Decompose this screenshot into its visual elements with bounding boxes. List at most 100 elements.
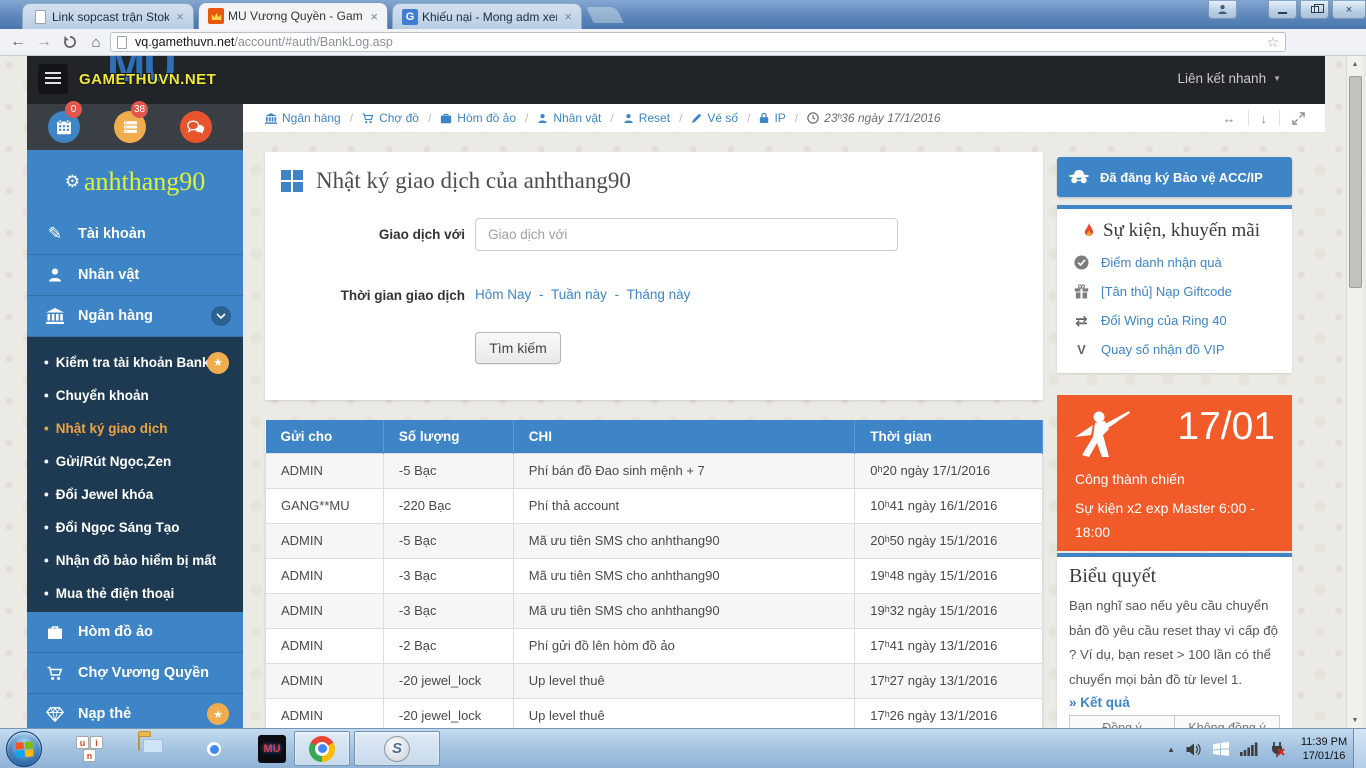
tab-close-icon[interactable]: × (367, 9, 381, 24)
new-tab-button[interactable] (586, 7, 623, 23)
forward-icon[interactable]: → (32, 29, 56, 55)
power-plug-icon[interactable] (1269, 741, 1285, 757)
event-link-giftcode[interactable]: [Tân thủ] Nạp Giftcode (1057, 277, 1292, 306)
scroll-up-icon[interactable]: ▲ (1347, 56, 1363, 72)
transaction-table-panel: Gửi cho Số lượng CHI Thời gian ADMIN -5 … (265, 420, 1043, 728)
back-icon[interactable]: ← (6, 29, 30, 55)
cell-description: Mã ưu tiên SMS cho anhthang90 (513, 523, 854, 558)
cell-time: 17ʰ26 ngày 13/1/2016 (855, 698, 1043, 728)
site-logo[interactable]: MU GAMETHUVN.NET (79, 56, 269, 104)
sidebar-item-market[interactable]: Chợ Vương Quyền (27, 653, 243, 694)
link-this-month[interactable]: Tháng này (627, 287, 691, 302)
volume-icon[interactable] (1186, 743, 1202, 756)
web-page: MU GAMETHUVN.NET Liên kết nhanh ▼ 0 38 (0, 56, 1366, 728)
taskbar-sopcast-button[interactable]: S (354, 731, 440, 766)
home-icon[interactable]: ⌂ (84, 29, 108, 55)
profile-button[interactable] (1208, 1, 1237, 19)
submenu-item-jewel-creation[interactable]: • Đổi Ngọc Sáng Tạo (27, 511, 243, 544)
breadcrumb-item-ip[interactable]: IP (759, 111, 785, 125)
event-link-checkin[interactable]: Điểm danh nhận quà (1057, 248, 1292, 277)
submenu-item-check-bank[interactable]: • Kiểm tra tài khoản Bank ★ (27, 346, 243, 379)
chat-button[interactable] (180, 111, 212, 143)
browser-tab-3[interactable]: G Khiếu nại - Mong adm xen × (392, 3, 582, 29)
submenu-item-transaction-log-active[interactable]: • Nhật ký giao dịch (27, 412, 243, 445)
scroll-down-icon[interactable]: ▼ (1347, 712, 1363, 728)
taskbar-unikey-icon[interactable]: uin (76, 735, 104, 763)
sidebar-item-account[interactable]: ✎ Tài khoản (27, 214, 243, 255)
acc-protect-button[interactable]: Đã đăng ký Bảo vệ ACC/IP (1057, 157, 1292, 197)
tray-clock[interactable]: 11:39 PM 17/01/16 (1296, 735, 1352, 763)
calendar-icon (56, 119, 72, 135)
submenu-item-deposit-withdraw[interactable]: • Gửi/Rút Ngọc,Zen (27, 445, 243, 478)
reload-icon[interactable] (58, 29, 82, 55)
cell-amount: -5 Bạc (383, 523, 513, 558)
page-scrollbar[interactable]: ▲ ▼ (1346, 56, 1363, 728)
address-bar[interactable]: vq.gamethuvn.net /account/#auth/BankLog.… (110, 32, 1286, 52)
menu-toggle-icon[interactable] (38, 64, 68, 94)
link-this-week[interactable]: Tuần này (551, 287, 607, 302)
event-link-label: Điểm danh nhận quà (1101, 255, 1222, 270)
windows-squares-icon (281, 170, 303, 192)
cell-description: Phí bán đồ Đao sinh mệnh + 7 (513, 453, 854, 488)
sidebar-item-label: Tài khoản (78, 226, 146, 242)
tab-close-icon[interactable]: × (561, 9, 575, 24)
sidebar-item-character[interactable]: Nhân vật (27, 255, 243, 296)
sidebar-item-vault[interactable]: Hòm đồ ảo (27, 612, 243, 653)
screen: Link sopcast trận Stoke Cit × MU Vương Q… (0, 0, 1366, 768)
partner-input[interactable] (475, 218, 898, 251)
taskbar-chrome-icon[interactable] (201, 736, 229, 764)
submenu-label: Nhận đồ bảo hiểm bị mất (56, 553, 217, 568)
tab-close-icon[interactable]: × (173, 9, 187, 24)
browser-tab-2-active[interactable]: MU Vương Quyền - Game × (198, 2, 388, 29)
taskbar-mu-game-icon[interactable]: MU (258, 735, 286, 763)
event-link-vip[interactable]: V Quay số nhận đồ VIP (1057, 335, 1292, 364)
windows-update-flag-icon[interactable] (1213, 742, 1229, 756)
sidebar-item-topup[interactable]: Nạp thẻ ★ (27, 694, 243, 728)
browser-tab-1[interactable]: Link sopcast trận Stoke Cit × (22, 3, 194, 29)
poll-disagree-button[interactable]: Không đồng ý (1174, 715, 1280, 728)
cell-recipient: ADMIN (266, 453, 384, 488)
poll-panel: Biểu quyết Bạn nghĩ sao nếu yêu cầu chuy… (1057, 553, 1292, 728)
cell-recipient: ADMIN (266, 663, 384, 698)
cell-description: Up level thuê (513, 698, 854, 728)
scrollbar-thumb[interactable] (1349, 76, 1362, 288)
submenu-label: Đổi Jewel khóa (56, 487, 154, 502)
submenu-item-jewel-lock[interactable]: • Đổi Jewel khóa (27, 478, 243, 511)
event-link-wing[interactable]: ⇄ Đổi Wing của Ring 40 (1057, 306, 1292, 335)
link-today[interactable]: Hôm Nay (475, 287, 531, 302)
breadcrumb-item-market[interactable]: Chợ đồ (362, 111, 419, 125)
breadcrumb-item-reset[interactable]: Reset (623, 111, 670, 125)
taskbar-explorer-icon[interactable] (138, 735, 166, 763)
minimize-button[interactable] (1268, 1, 1297, 19)
flame-icon (1083, 223, 1095, 239)
submenu-item-phone-card[interactable]: • Mua thẻ điện thoại (27, 577, 243, 610)
expand-icon[interactable] (1279, 110, 1317, 126)
layout-vertical-icon[interactable]: ↓ (1248, 110, 1280, 126)
search-button[interactable]: Tìm kiếm (475, 332, 561, 364)
network-icon[interactable] (1240, 742, 1258, 756)
bookmark-star-icon[interactable]: ☆ (1266, 34, 1279, 51)
start-button[interactable] (6, 731, 42, 767)
clock-icon (807, 112, 819, 124)
close-button[interactable]: × (1332, 1, 1366, 19)
transaction-search-panel: Nhật ký giao dịch của anhthang90 Giao dị… (265, 152, 1043, 400)
poll-result-link[interactable]: » Kết quả (1069, 695, 1130, 710)
cell-time: 20ʰ50 ngày 15/1/2016 (855, 523, 1043, 558)
quick-links-dropdown[interactable]: Liên kết nhanh ▼ (1178, 71, 1282, 86)
layout-horizontal-icon[interactable]: ↔ (1211, 110, 1248, 126)
hidden-icons-arrow[interactable]: ▲ (1167, 745, 1175, 754)
submenu-item-insurance[interactable]: • Nhận đồ bảo hiểm bị mất (27, 544, 243, 577)
poll-agree-button[interactable]: Đồng ý (1069, 715, 1175, 728)
restore-button[interactable] (1300, 1, 1329, 19)
show-desktop-button[interactable] (1353, 729, 1366, 768)
breadcrumb-item-lottery[interactable]: Vé số (691, 111, 738, 125)
event-link-label: Quay số nhận đồ VIP (1101, 342, 1225, 357)
pen-icon (691, 113, 702, 124)
taskbar-chrome-active-button[interactable] (294, 731, 350, 766)
breadcrumb-item-bank[interactable]: Ngân hàng (265, 111, 341, 125)
breadcrumb-item-vault[interactable]: Hòm đồ ảo (440, 111, 516, 125)
submenu-item-transfer[interactable]: • Chuyển khoản (27, 379, 243, 412)
collapse-chevron-icon[interactable] (211, 306, 231, 326)
sidebar-item-bank[interactable]: Ngân hàng (27, 296, 243, 337)
breadcrumb-item-character[interactable]: Nhân vật (537, 111, 601, 125)
